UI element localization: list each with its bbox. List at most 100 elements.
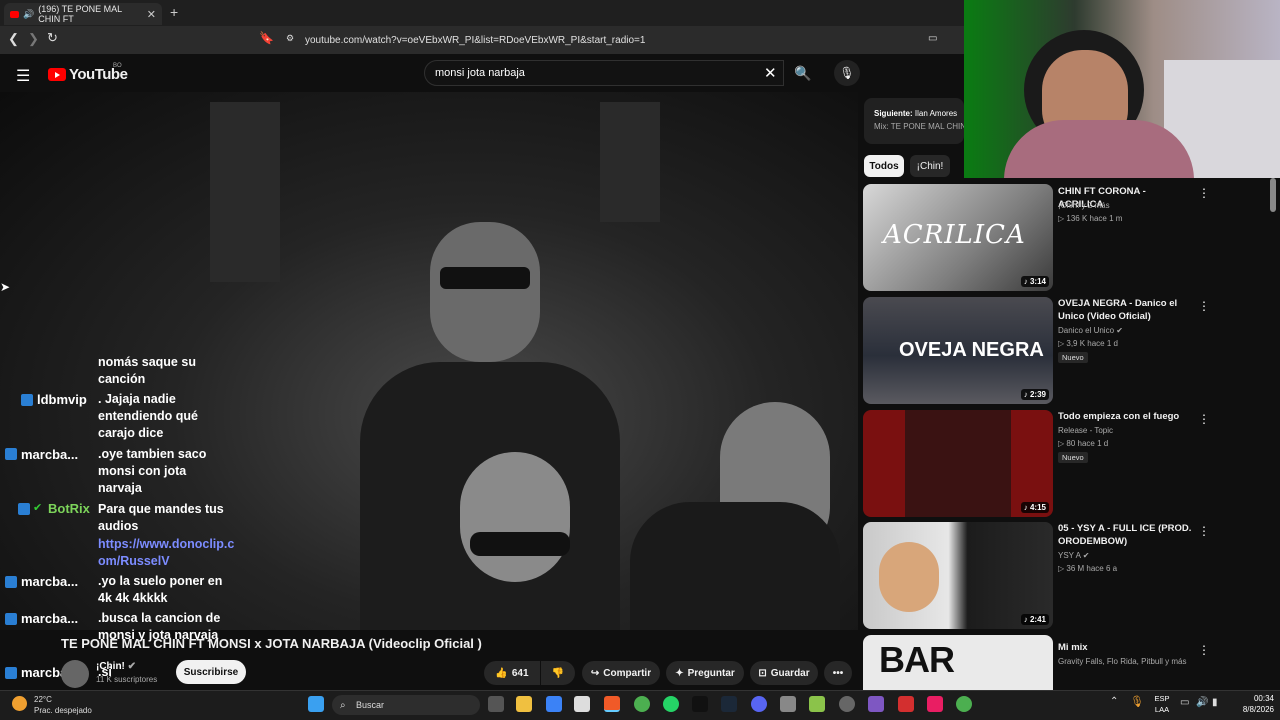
up-next-card[interactable]: Siguiente: Ilan Amores Mix: TE PONE MAL … xyxy=(864,98,964,144)
menu-icon[interactable]: ☰ xyxy=(16,66,30,86)
video-figure-face xyxy=(460,452,570,582)
video-title-link[interactable]: Todo empieza con el fuego xyxy=(1058,410,1193,423)
store-icon[interactable] xyxy=(574,696,590,712)
chevron-up-icon[interactable]: ⌃ xyxy=(1110,696,1118,707)
more-vert-icon[interactable]: ⋮ xyxy=(1198,186,1210,200)
tiktok-live-icon[interactable] xyxy=(927,696,943,712)
microphone-icon: 🎙 xyxy=(839,66,855,80)
address-bar[interactable]: youtube.com/watch?v=oeVEbxWR_PI&list=RDo… xyxy=(280,30,960,50)
new-tab-button[interactable]: + xyxy=(170,4,178,20)
video-thumbnail[interactable]: ♪ 2:41 xyxy=(863,522,1053,629)
tiktok-icon[interactable] xyxy=(692,696,708,712)
scrollbar-thumb[interactable] xyxy=(1270,178,1276,212)
video-channel[interactable]: Release - Topic xyxy=(1058,424,1198,437)
verified-bot-icon: ✔ xyxy=(33,502,43,514)
video-thumbnail[interactable]: OVEJA NEGRA ♪ 2:39 xyxy=(863,297,1053,404)
subscribe-button[interactable]: Suscribirse xyxy=(176,660,246,684)
chrome-icon[interactable] xyxy=(634,696,650,712)
video-meta: ▷ 80 hace 1 d xyxy=(1058,439,1109,448)
audio-icon: 🔊 xyxy=(23,8,35,19)
volume-icon[interactable]: 🔊 xyxy=(1196,697,1208,708)
chat-badge-icon xyxy=(5,448,17,460)
system-clock[interactable]: 00:34 8/8/2026 xyxy=(1228,693,1274,715)
search-icon: 🔍 xyxy=(794,64,812,81)
chip-chin[interactable]: ¡Chin! xyxy=(910,155,950,177)
thumbnail-text: BAR xyxy=(879,639,955,680)
dislike-button[interactable]: 👎 xyxy=(541,661,575,685)
file-explorer-icon[interactable] xyxy=(516,696,532,712)
weather-widget[interactable]: 22°C Prac. despejado xyxy=(12,694,92,716)
gear-icon[interactable] xyxy=(780,696,796,712)
clear-search-icon[interactable]: ✕ xyxy=(764,64,777,82)
whatsapp-icon[interactable] xyxy=(663,696,679,712)
share-button[interactable]: ↪ Compartir xyxy=(582,661,660,685)
microphone-tray-icon[interactable]: 🎙 xyxy=(1130,695,1144,708)
share-label: Compartir xyxy=(603,667,652,679)
battery-icon[interactable]: ▮ xyxy=(1212,697,1218,708)
cast-icon[interactable]: ▭ xyxy=(928,33,937,44)
video-title-link[interactable]: 05 - YSY A - FULL ICE (PROD. ORODEMBOW) xyxy=(1058,522,1193,548)
chrome-icon[interactable] xyxy=(956,696,972,712)
more-vert-icon[interactable]: ⋮ xyxy=(1198,524,1210,538)
tab-close-icon[interactable]: ✕ xyxy=(147,8,156,21)
chip-all[interactable]: Todos xyxy=(864,155,904,177)
channel-name[interactable]: ¡Chin! ✔ xyxy=(96,661,136,672)
browser-tab[interactable]: 🔊 (196) TE PONE MAL CHIN FT ✕ xyxy=(4,3,162,25)
video-thumbnail[interactable]: ♪ 4:15 xyxy=(863,410,1053,517)
video-figure-right-body xyxy=(630,502,840,630)
video-channel[interactable]: YSY A ✔ xyxy=(1058,549,1198,562)
voice-search-button[interactable]: 🎙 xyxy=(834,60,860,86)
webcam-overlay xyxy=(964,0,1280,178)
task-view-icon[interactable] xyxy=(488,696,504,712)
clock-date: 8/8/2026 xyxy=(1242,705,1274,714)
new-badge: Nuevo xyxy=(1058,352,1088,363)
bookmark-icon[interactable]: 🔖 xyxy=(259,31,274,45)
save-button[interactable]: ⊡ Guardar xyxy=(750,661,818,685)
search-value: monsi jota narbaja xyxy=(435,67,525,79)
more-actions-button[interactable]: ••• xyxy=(824,661,852,685)
language-indicator[interactable]: ESP LAA xyxy=(1152,693,1172,715)
new-badge: Nuevo xyxy=(1058,452,1088,463)
video-meta: ▷ 3,9 K hace 1 d xyxy=(1058,339,1118,348)
back-icon[interactable]: ❮ xyxy=(8,31,19,47)
up-next-title: Ilan Amores xyxy=(914,109,958,118)
twitch-icon[interactable] xyxy=(868,696,884,712)
start-icon[interactable] xyxy=(308,696,324,712)
subscriber-count: 11 K suscriptores xyxy=(96,675,158,684)
video-title-link[interactable]: OVEJA NEGRA - Danico el Unico (Video Ofi… xyxy=(1058,297,1193,323)
taskbar-search[interactable]: ⌕ Buscar xyxy=(332,695,480,715)
video-channel[interactable]: Danico el Unico ✔ xyxy=(1058,324,1198,337)
more-vert-icon[interactable]: ⋮ xyxy=(1198,299,1210,313)
thumbs-up-icon: 👍 xyxy=(495,667,508,679)
video-title: TE PONE MAL CHIN FT MONSI x JOTA NARBAJA… xyxy=(61,636,482,651)
video-meta-text: 36 M hace 6 a xyxy=(1066,564,1118,573)
search-input[interactable]: monsi jota narbaja xyxy=(424,60,784,86)
search-button[interactable]: 🔍 xyxy=(788,60,818,86)
mix-title-link[interactable]: Mi mix xyxy=(1058,641,1193,654)
obs-icon[interactable] xyxy=(839,696,855,712)
app-icon[interactable] xyxy=(809,696,825,712)
duration-badge: ♪ 2:41 xyxy=(1020,614,1049,625)
app-icon[interactable] xyxy=(898,696,914,712)
mix-thumbnail[interactable]: BAR xyxy=(863,635,1053,690)
ask-button[interactable]: ✦ Preguntar xyxy=(666,661,744,685)
video-channel[interactable]: ¡Chin! y 2 más xyxy=(1058,199,1198,212)
discord-icon[interactable] xyxy=(751,696,767,712)
youtube-play-icon xyxy=(48,68,66,81)
like-count: 641 xyxy=(511,667,529,679)
youtube-favicon-icon xyxy=(10,10,19,18)
steam-icon[interactable] xyxy=(721,696,737,712)
like-button[interactable]: 👍 641 xyxy=(484,661,540,685)
mix-artists: Gravity Falls, Flo Rida, Pitbull y más xyxy=(1058,657,1187,666)
channel-avatar[interactable] xyxy=(61,660,89,688)
video-thumbnail[interactable]: ACRILICA ♪ 3:14 xyxy=(863,184,1053,291)
more-vert-icon[interactable]: ⋮ xyxy=(1198,643,1210,657)
settings-app-icon[interactable] xyxy=(546,696,562,712)
network-icon[interactable]: ▭ xyxy=(1180,697,1189,708)
language-code: ESP xyxy=(1154,694,1170,703)
forward-icon[interactable]: ❯ xyxy=(28,31,39,47)
reload-icon[interactable]: ↻ xyxy=(47,30,58,46)
more-vert-icon[interactable]: ⋮ xyxy=(1198,412,1210,426)
brave-browser-icon[interactable] xyxy=(604,696,620,712)
chat-link[interactable]: https://www.donoclip.com/RusselV xyxy=(98,536,238,570)
